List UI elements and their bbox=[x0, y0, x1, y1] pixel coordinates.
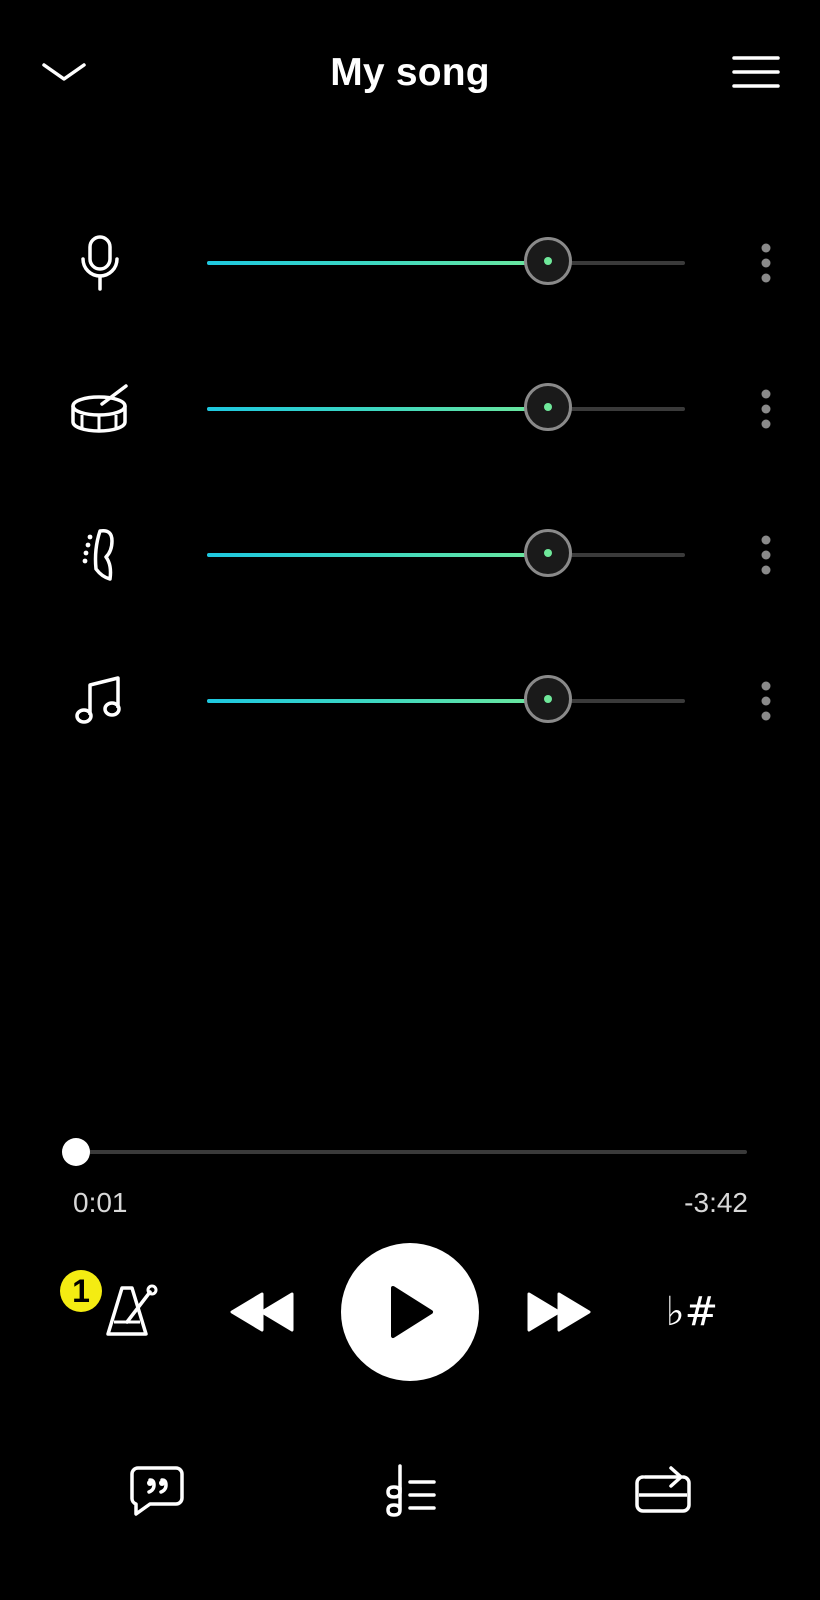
loop-button[interactable] bbox=[630, 1462, 696, 1520]
drum-icon bbox=[52, 377, 148, 441]
menu-button[interactable] bbox=[728, 48, 784, 96]
lyrics-quote-icon bbox=[130, 1466, 184, 1516]
track-row-other bbox=[0, 651, 820, 751]
progress-rail bbox=[75, 1150, 747, 1154]
more-vertical-icon bbox=[761, 389, 771, 429]
loop-icon bbox=[635, 1466, 691, 1513]
microphone-icon bbox=[52, 231, 148, 295]
progress-thumb[interactable] bbox=[62, 1138, 91, 1166]
chords-list-icon bbox=[386, 1464, 436, 1517]
metronome-icon bbox=[106, 1284, 158, 1336]
more-vertical-icon bbox=[761, 243, 771, 283]
fast-forward-button[interactable] bbox=[523, 1287, 595, 1337]
pitch-label: ♭# bbox=[665, 1289, 719, 1335]
knob-dot bbox=[544, 257, 553, 265]
knob-dot bbox=[544, 695, 553, 703]
slider-knob[interactable] bbox=[524, 237, 573, 285]
bass-guitar-icon bbox=[52, 523, 148, 587]
track-row-vocals bbox=[0, 213, 820, 313]
more-options-button[interactable] bbox=[744, 387, 788, 431]
playback-progress-bar[interactable] bbox=[62, 1138, 747, 1166]
page-title: My song bbox=[330, 51, 490, 94]
elapsed-time: 0:01 bbox=[73, 1187, 128, 1218]
pitch-button[interactable]: ♭# bbox=[654, 1282, 730, 1342]
count-in-badge: 1 bbox=[60, 1270, 102, 1312]
knob-dot bbox=[544, 403, 553, 411]
volume-slider[interactable] bbox=[207, 237, 685, 285]
play-button[interactable] bbox=[341, 1243, 479, 1381]
more-options-button[interactable] bbox=[744, 679, 788, 723]
more-vertical-icon bbox=[761, 681, 771, 721]
rewind-icon bbox=[230, 1292, 294, 1332]
track-row-drums bbox=[0, 359, 820, 459]
play-icon bbox=[391, 1286, 433, 1338]
more-options-button[interactable] bbox=[744, 533, 788, 577]
fast-forward-icon bbox=[527, 1292, 591, 1332]
hamburger-menu-icon bbox=[732, 56, 780, 88]
volume-slider[interactable] bbox=[207, 529, 685, 577]
chords-button[interactable] bbox=[378, 1460, 442, 1522]
slider-knob[interactable] bbox=[524, 529, 573, 577]
track-row-bass bbox=[0, 505, 820, 605]
volume-slider[interactable] bbox=[207, 675, 685, 723]
volume-slider[interactable] bbox=[207, 383, 685, 431]
slider-fill bbox=[207, 699, 552, 703]
slider-fill bbox=[207, 407, 552, 411]
rewind-button[interactable] bbox=[226, 1287, 298, 1337]
music-note-icon bbox=[52, 669, 148, 733]
more-vertical-icon bbox=[761, 535, 771, 575]
more-options-button[interactable] bbox=[744, 241, 788, 285]
slider-fill bbox=[207, 553, 552, 557]
slider-knob[interactable] bbox=[524, 675, 573, 723]
slider-fill bbox=[207, 261, 552, 265]
knob-dot bbox=[544, 549, 553, 557]
lyrics-button[interactable] bbox=[126, 1462, 188, 1520]
slider-knob[interactable] bbox=[524, 383, 573, 431]
remaining-time: -3:42 bbox=[684, 1187, 748, 1218]
metronome-button[interactable] bbox=[96, 1280, 164, 1342]
